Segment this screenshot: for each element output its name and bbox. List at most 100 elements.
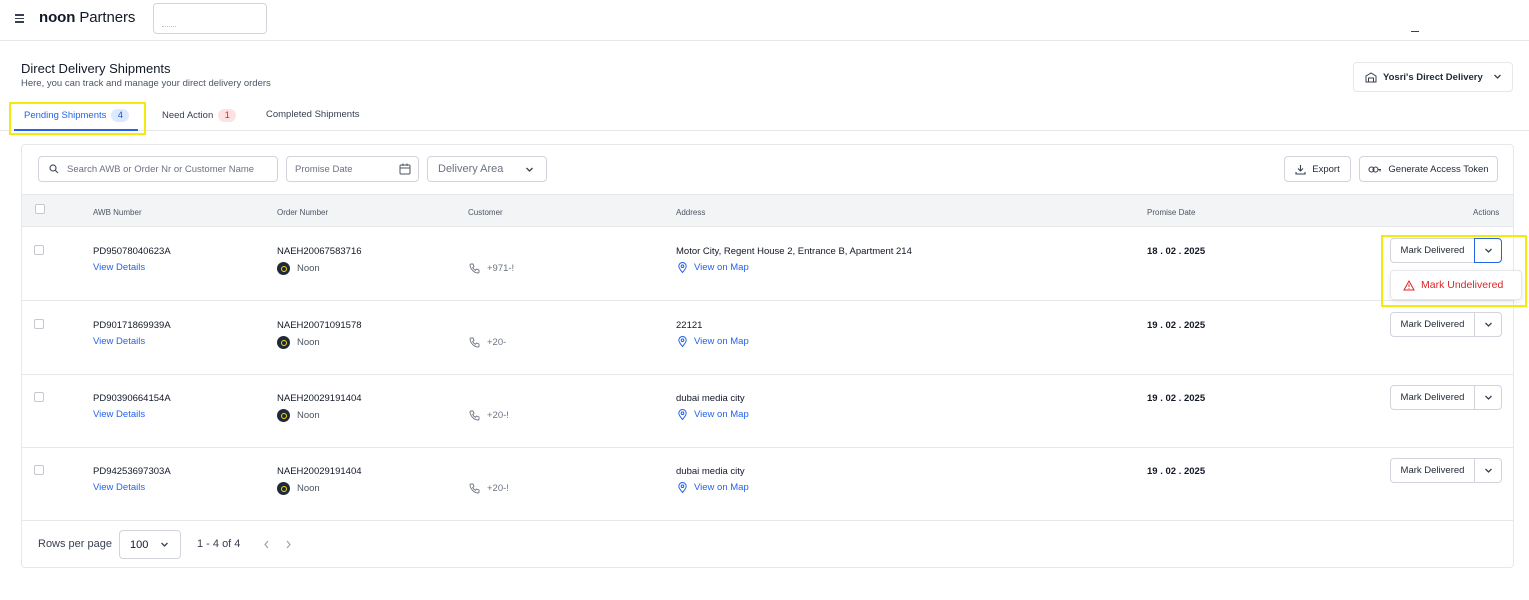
customer-phone: +20-: [469, 337, 506, 348]
search-field[interactable]: [38, 156, 278, 182]
count-badge: 1: [218, 109, 237, 122]
partner-name: Noon: [297, 337, 320, 348]
view-details-link[interactable]: View Details: [93, 262, 145, 273]
row-checkbox[interactable]: [34, 465, 44, 475]
noon-logo-icon: [277, 482, 290, 495]
next-page-button[interactable]: [283, 538, 293, 550]
chevron-down-icon: [1484, 395, 1492, 400]
search-icon: [49, 164, 59, 174]
chevron-left-icon: [263, 540, 268, 548]
order-number: NAEH20067583716: [277, 246, 362, 257]
key-icon: [1368, 165, 1382, 173]
noon-logo-icon: [277, 262, 290, 275]
store-select-label: Yosri's Direct Delivery: [1383, 71, 1483, 83]
row-checkbox[interactable]: [34, 319, 44, 329]
view-on-map-link[interactable]: View on Map: [678, 409, 749, 420]
mark-delivered-button[interactable]: Mark Delivered: [1390, 312, 1475, 337]
partner: Noon: [277, 482, 320, 495]
table-header: AWB Number Order Number Customer Address…: [22, 194, 1513, 227]
tab-need-action[interactable]: Need Action 1: [162, 109, 237, 122]
download-icon: [1295, 164, 1306, 175]
top-right-indicator: [1411, 31, 1419, 32]
partner-name: Noon: [297, 263, 320, 274]
store-select[interactable]: Yosri's Direct Delivery: [1353, 62, 1513, 92]
actions-dropdown-button[interactable]: [1474, 385, 1502, 410]
order-number: NAEH20029191404: [277, 466, 362, 477]
view-details-link[interactable]: View Details: [93, 482, 145, 493]
partner-name: Noon: [297, 483, 320, 494]
column-header-address: Address: [676, 208, 706, 217]
delivery-area-select[interactable]: Delivery Area: [427, 156, 547, 182]
view-on-map-label: View on Map: [694, 482, 749, 493]
noon-logo-icon: [277, 409, 290, 422]
view-on-map-label: View on Map: [694, 262, 749, 273]
noon-logo-icon: [277, 336, 290, 349]
row-checkbox[interactable]: [34, 245, 44, 255]
export-button[interactable]: Export: [1284, 156, 1351, 182]
chevron-down-icon: [1484, 468, 1492, 473]
view-on-map-label: View on Map: [694, 409, 749, 420]
awb-number: PD90171869939A: [93, 320, 171, 331]
customer-phone: +20-!: [469, 410, 509, 421]
previous-page-button[interactable]: [261, 538, 271, 550]
pagination-range: 1 - 4 of 4: [197, 538, 241, 550]
table-row: PD90171869939A View Details NAEH20071091…: [22, 301, 1513, 375]
view-details-link[interactable]: View Details: [93, 409, 145, 420]
actions-dropdown-button[interactable]: [1474, 458, 1502, 483]
top-bar: noon Partners: [0, 0, 1529, 41]
column-header-order: Order Number: [277, 208, 329, 217]
location-pin-icon: [678, 262, 687, 273]
tab-completed-shipments[interactable]: Completed Shipments: [266, 109, 359, 120]
rows-per-page-select[interactable]: 100: [119, 530, 181, 559]
phone-icon: [469, 410, 480, 421]
phone-icon: [469, 263, 480, 274]
store-switcher[interactable]: [153, 3, 267, 34]
actions-dropdown-button[interactable]: [1474, 312, 1502, 337]
phone-number: +20-!: [487, 483, 509, 494]
chevron-down-icon: [1484, 322, 1492, 327]
token-label: Generate Access Token: [1388, 163, 1489, 175]
chevron-down-icon: [1494, 74, 1501, 79]
select-all-checkbox[interactable]: [35, 204, 45, 214]
awb-number: PD90390664154A: [93, 393, 171, 404]
promise-date: 18 . 02 . 2025: [1147, 246, 1206, 257]
column-header-promise-date: Promise Date: [1147, 208, 1196, 217]
view-details-link[interactable]: View Details: [93, 336, 145, 347]
awb-number: PD94253697303A: [93, 466, 171, 477]
generate-access-token-button[interactable]: Generate Access Token: [1359, 156, 1498, 182]
chevron-right-icon: [286, 540, 291, 548]
row-checkbox[interactable]: [34, 392, 44, 402]
order-number: NAEH20029191404: [277, 393, 362, 404]
customer-phone: +20-!: [469, 483, 509, 494]
view-on-map-link[interactable]: View on Map: [678, 262, 749, 273]
rows-per-page-value: 100: [130, 538, 149, 551]
phone-number: +20-!: [487, 410, 509, 421]
rows-per-page-label: Rows per page: [38, 538, 112, 550]
view-on-map-link[interactable]: View on Map: [678, 482, 749, 493]
view-on-map-label: View on Map: [694, 336, 749, 347]
calendar-icon[interactable]: [399, 163, 411, 175]
partner: Noon: [277, 262, 320, 275]
warehouse-icon: [1365, 71, 1377, 82]
promise-date: 19 . 02 . 2025: [1147, 466, 1206, 477]
promise-date: 19 . 02 . 2025: [1147, 393, 1206, 404]
mark-delivered-button[interactable]: Mark Delivered: [1390, 458, 1475, 483]
column-header-awb: AWB Number: [93, 208, 142, 217]
address: dubai media city: [676, 466, 745, 477]
promise-date-input[interactable]: [295, 163, 390, 175]
order-number: NAEH20071091578: [277, 320, 362, 331]
promise-date: 19 . 02 . 2025: [1147, 320, 1206, 331]
location-pin-icon: [678, 409, 687, 420]
promise-date-field[interactable]: [286, 156, 419, 182]
view-on-map-link[interactable]: View on Map: [678, 336, 749, 347]
hamburger-menu-icon[interactable]: [15, 14, 25, 23]
page-title: Direct Delivery Shipments: [21, 61, 171, 76]
partner-name: Noon: [297, 410, 320, 421]
column-header-actions: Actions: [1473, 208, 1500, 217]
address: dubai media city: [676, 393, 745, 404]
mark-delivered-button[interactable]: Mark Delivered: [1390, 385, 1475, 410]
address: 22121: [676, 320, 703, 331]
noon-partners-logo: noon Partners: [39, 9, 136, 26]
phone-icon: [469, 483, 480, 494]
search-input[interactable]: [67, 163, 267, 175]
